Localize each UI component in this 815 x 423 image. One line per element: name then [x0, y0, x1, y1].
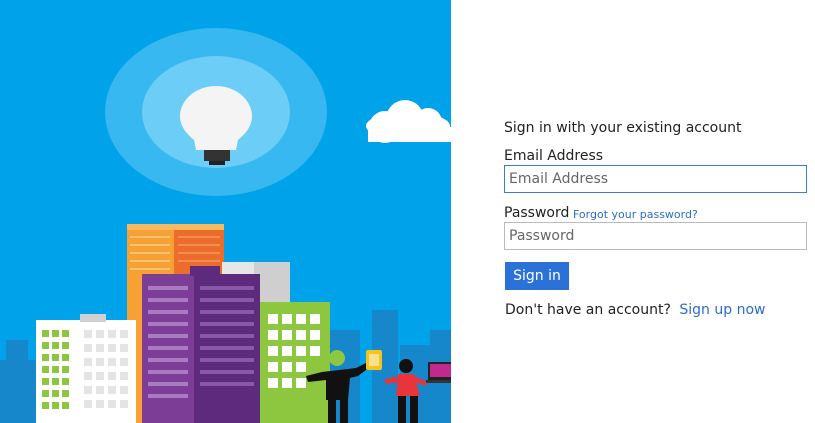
email-field[interactable] — [504, 165, 807, 193]
no-account-text: Don't have an account? — [505, 302, 671, 318]
email-label: Email Address — [504, 148, 604, 164]
cloud-icon — [366, 100, 451, 143]
laptop-icon — [426, 362, 451, 383]
sign-in-button[interactable]: Sign in — [505, 262, 569, 290]
password-label: Password — [504, 205, 570, 221]
forgot-password-link[interactable]: Forgot your password? — [573, 208, 698, 221]
sign-in-panel: Sign in with your existing account Email… — [451, 0, 815, 423]
sign-up-link[interactable]: Sign up now — [679, 302, 765, 318]
signup-prompt: Don't have an account? Sign up now — [505, 302, 765, 318]
form-heading: Sign in with your existing account — [504, 120, 742, 136]
password-field[interactable] — [504, 222, 807, 250]
city-illustration — [0, 28, 451, 423]
hero-illustration — [0, 0, 451, 423]
